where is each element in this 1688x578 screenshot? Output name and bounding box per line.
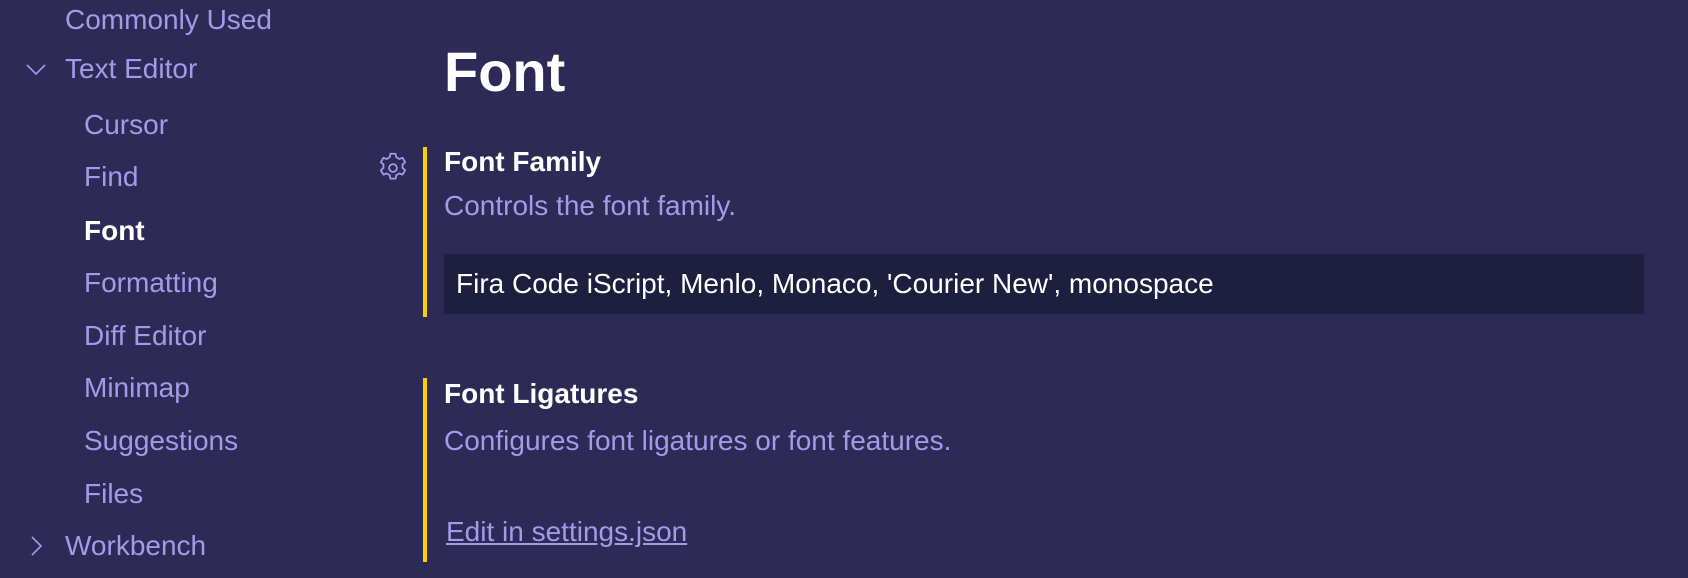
tree-item-font[interactable]: Font — [84, 213, 145, 249]
tree-item-minimap[interactable]: Minimap — [84, 370, 190, 406]
page-title: Font — [444, 40, 566, 103]
tree-item-commonly-used[interactable]: Commonly Used — [65, 2, 272, 38]
setting-title-font-ligatures: Font Ligatures — [444, 378, 639, 409]
setting-description-font-ligatures: Configures font ligatures or font featur… — [444, 425, 952, 456]
chevron-down-icon[interactable] — [24, 51, 48, 87]
tree-item-workbench[interactable]: Workbench — [65, 528, 206, 564]
tree-item-diff-editor[interactable]: Diff Editor — [84, 318, 206, 354]
tree-item-find[interactable]: Find — [84, 159, 138, 195]
tree-item-formatting[interactable]: Formatting — [84, 265, 218, 301]
tree-item-suggestions[interactable]: Suggestions — [84, 423, 238, 459]
modified-indicator — [423, 378, 427, 562]
tree-item-text-editor[interactable]: Text Editor — [65, 51, 197, 87]
tree-item-files[interactable]: Files — [84, 476, 143, 512]
font-family-input[interactable] — [444, 254, 1644, 314]
edit-in-settings-json-link[interactable]: Edit in settings.json — [446, 516, 687, 548]
setting-title-font-family: Font Family — [444, 146, 602, 177]
setting-description-font-family: Controls the font family. — [444, 190, 737, 221]
modified-indicator — [423, 147, 427, 317]
chevron-right-icon[interactable] — [24, 528, 48, 564]
tree-item-cursor[interactable]: Cursor — [84, 107, 168, 143]
gear-icon[interactable] — [375, 150, 411, 186]
